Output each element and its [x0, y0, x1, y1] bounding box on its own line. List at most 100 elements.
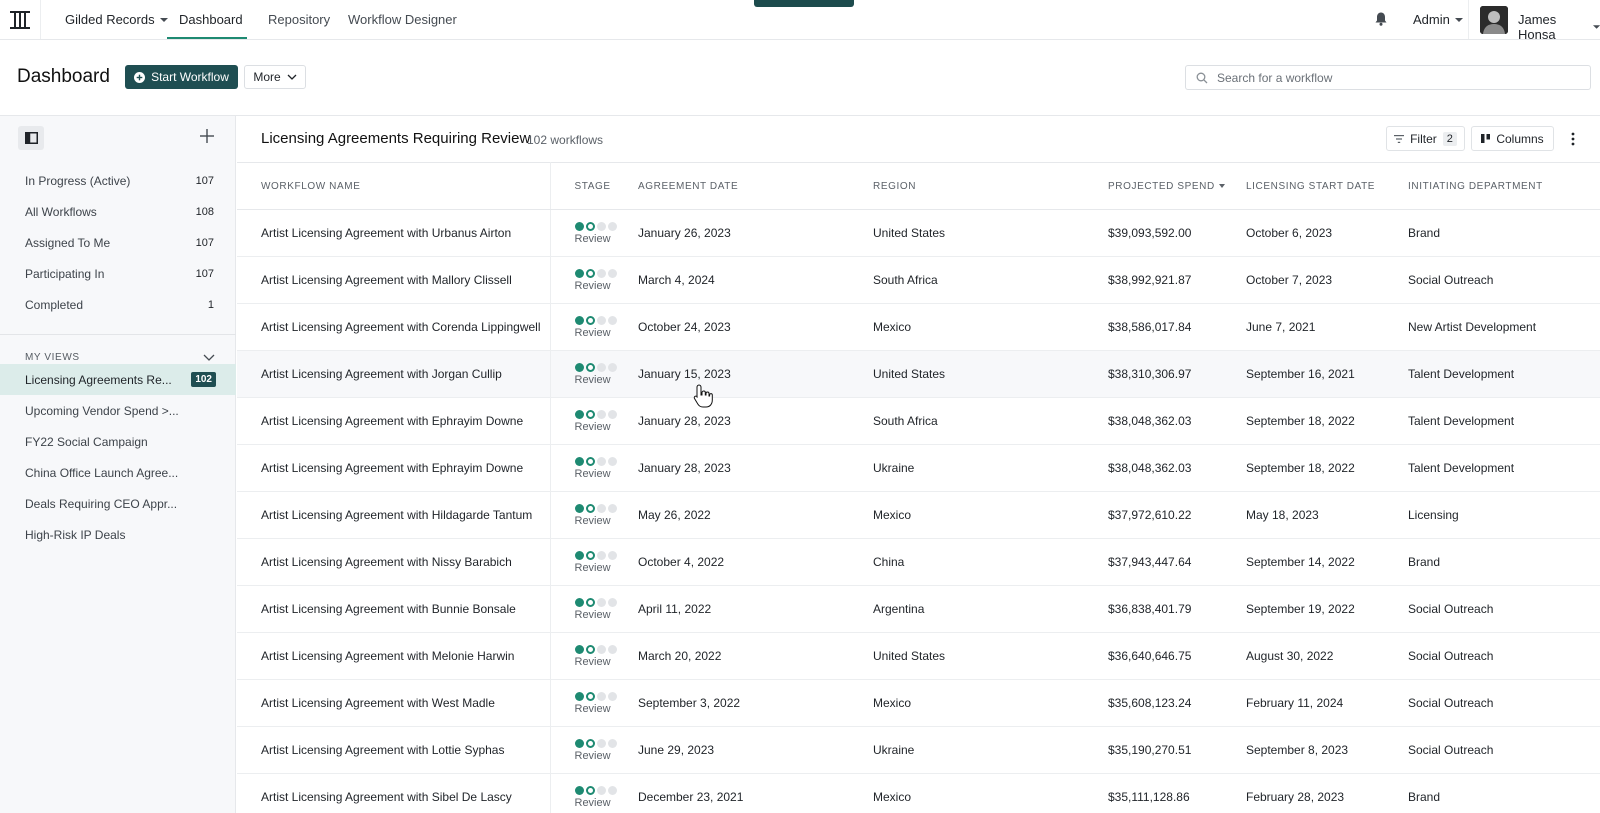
table-row[interactable]: Artist Licensing Agreement with Ephrayim… — [237, 397, 1600, 445]
notifications-button[interactable] — [1375, 12, 1387, 29]
region-cell: Mexico — [873, 303, 1108, 351]
column-header-projected-spend[interactable]: PROJECTED SPEND — [1108, 162, 1246, 210]
stage-dot-pending — [607, 550, 617, 560]
sidebar-item-in-progress[interactable]: In Progress (Active) 107 — [0, 165, 236, 196]
sidebar-item-participating-in[interactable]: Participating In 107 — [0, 258, 236, 289]
sidebar-toggle-button[interactable] — [18, 126, 44, 150]
stage-dot-current — [585, 785, 595, 795]
workflow-name-cell[interactable]: Artist Licensing Agreement with Lottie S… — [237, 726, 551, 774]
view-item-china-office-launch[interactable]: China Office Launch Agree... — [0, 457, 236, 488]
region-cell: South Africa — [873, 397, 1108, 445]
tab-workflow-designer[interactable]: Workflow Designer — [348, 12, 457, 27]
filter-button[interactable]: Filter 2 — [1386, 126, 1465, 151]
org-switcher[interactable]: Gilded Records — [65, 12, 168, 27]
region-cell: United States — [873, 350, 1108, 398]
workflow-name-cell[interactable]: Artist Licensing Agreement with Sibel De… — [237, 773, 551, 813]
table-row[interactable]: Artist Licensing Agreement with Lottie S… — [237, 726, 1600, 774]
view-item-label: High-Risk IP Deals — [25, 527, 126, 542]
more-options-button[interactable] — [1565, 128, 1581, 150]
workflow-name-cell[interactable]: Artist Licensing Agreement with Ephrayim… — [237, 397, 551, 445]
workflow-name-cell[interactable]: Artist Licensing Agreement with Mallory … — [237, 256, 551, 304]
stage-progress-dots — [574, 221, 639, 231]
view-item-deals-requiring-ceo[interactable]: Deals Requiring CEO Appr... — [0, 488, 236, 519]
table-row[interactable]: Artist Licensing Agreement with Corenda … — [237, 303, 1600, 351]
agreement-date-cell: October 24, 2023 — [638, 303, 873, 351]
table-row[interactable]: Artist Licensing Agreement with Jorgan C… — [237, 350, 1600, 398]
sidebar-item-assigned-to-me[interactable]: Assigned To Me 107 — [0, 227, 236, 258]
stage-dot-pending — [607, 785, 617, 795]
projected-spend-cell: $38,586,017.84 — [1108, 303, 1246, 351]
sidebar-item-all-workflows[interactable]: All Workflows 108 — [0, 196, 236, 227]
view-item-label: China Office Launch Agree... — [25, 465, 179, 480]
column-header-initiating-department[interactable]: INITIATING DEPARTMENT — [1408, 162, 1600, 210]
stage-dot-current — [585, 268, 595, 278]
view-item-licensing-agreements[interactable]: Licensing Agreements Re... 102 — [0, 364, 236, 395]
columns-button[interactable]: Columns — [1471, 126, 1554, 151]
workflow-name-cell[interactable]: Artist Licensing Agreement with Bunnie B… — [237, 585, 551, 633]
filter-count-badge: 2 — [1442, 131, 1457, 146]
stage-label: Review — [574, 232, 611, 245]
stage-indicator: Review — [574, 550, 639, 574]
stage-dot-complete — [574, 221, 584, 231]
view-item-high-risk-ip-deals[interactable]: High-Risk IP Deals — [0, 519, 236, 550]
caret-down-icon — [1454, 17, 1463, 22]
sidebar-item-count: 107 — [195, 174, 214, 187]
table-row[interactable]: Artist Licensing Agreement with Hildagar… — [237, 491, 1600, 539]
user-name: James Honsa — [1518, 12, 1557, 42]
column-header-workflow-name[interactable]: WORKFLOW NAME — [237, 162, 551, 210]
tab-repository[interactable]: Repository — [268, 12, 330, 27]
workflow-name-cell[interactable]: Artist Licensing Agreement with Melonie … — [237, 632, 551, 680]
table-row[interactable]: Artist Licensing Agreement with Ephrayim… — [237, 444, 1600, 492]
view-item-upcoming-vendor-spend[interactable]: Upcoming Vendor Spend >... — [0, 395, 236, 426]
tab-dashboard[interactable]: Dashboard — [179, 12, 243, 27]
stage-progress-dots — [574, 409, 639, 419]
workflow-name-cell[interactable]: Artist Licensing Agreement with Urbanus … — [237, 209, 551, 257]
workflow-name-cell[interactable]: Artist Licensing Agreement with West Mad… — [237, 679, 551, 727]
stage-dot-pending — [607, 221, 617, 231]
workflow-name-cell[interactable]: Artist Licensing Agreement with Jorgan C… — [237, 350, 551, 398]
search-input[interactable] — [1217, 70, 1577, 85]
sidebar-item-count: 107 — [195, 267, 214, 280]
workflow-name-cell[interactable]: Artist Licensing Agreement with Nissy Ba… — [237, 538, 551, 586]
workflow-name-cell[interactable]: Artist Licensing Agreement with Ephrayim… — [237, 444, 551, 492]
table-row[interactable]: Artist Licensing Agreement with Melonie … — [237, 632, 1600, 680]
filter-label: Filter — [1410, 131, 1437, 146]
table-row[interactable]: Artist Licensing Agreement with Urbanus … — [237, 209, 1600, 257]
stage-dot-pending — [607, 738, 617, 748]
agreement-date-cell: May 26, 2022 — [638, 491, 873, 539]
projected-spend-cell: $38,310,306.97 — [1108, 350, 1246, 398]
role-switcher[interactable]: Admin — [1413, 12, 1463, 27]
workflow-name-cell[interactable]: Artist Licensing Agreement with Corenda … — [237, 303, 551, 351]
workflow-name-cell[interactable]: Artist Licensing Agreement with Hildagar… — [237, 491, 551, 539]
search-box[interactable] — [1185, 65, 1591, 90]
column-header-region[interactable]: REGION — [873, 162, 1108, 210]
start-workflow-button[interactable]: Start Workflow — [125, 65, 238, 89]
user-separator — [1468, 0, 1469, 39]
stage-dot-pending — [596, 362, 606, 372]
table-row[interactable]: Artist Licensing Agreement with Mallory … — [237, 256, 1600, 304]
table-row[interactable]: Artist Licensing Agreement with Nissy Ba… — [237, 538, 1600, 586]
app-logo[interactable] — [0, 0, 41, 39]
table-row[interactable]: Artist Licensing Agreement with Bunnie B… — [237, 585, 1600, 633]
add-view-button[interactable] — [197, 126, 217, 146]
stage-label: Review — [574, 326, 611, 339]
more-button[interactable]: More — [244, 65, 306, 89]
column-header-agreement-date[interactable]: AGREEMENT DATE — [638, 162, 873, 210]
stage-dot-pending — [607, 644, 617, 654]
column-header-stage[interactable]: STAGE — [550, 162, 638, 210]
initiating-department-cell: Talent Development — [1408, 397, 1600, 445]
avatar[interactable] — [1480, 6, 1508, 34]
stage-dot-pending — [607, 362, 617, 372]
my-views-header[interactable]: MY VIEWS — [25, 352, 215, 363]
user-menu[interactable]: James Honsa — [1518, 12, 1600, 42]
start-workflow-label: Start Workflow — [151, 70, 229, 84]
sidebar-item-completed[interactable]: Completed 1 — [0, 289, 236, 320]
initiating-department-cell: Social Outreach — [1408, 256, 1600, 304]
column-header-licensing-start-date[interactable]: LICENSING START DATE — [1246, 162, 1408, 210]
region-cell: Argentina — [873, 585, 1108, 633]
view-item-fy22-social-campaign[interactable]: FY22 Social Campaign — [0, 426, 236, 457]
stage-label: Review — [574, 373, 611, 386]
table-row[interactable]: Artist Licensing Agreement with West Mad… — [237, 679, 1600, 727]
table-row[interactable]: Artist Licensing Agreement with Sibel De… — [237, 773, 1600, 813]
stage-dot-pending — [596, 268, 606, 278]
